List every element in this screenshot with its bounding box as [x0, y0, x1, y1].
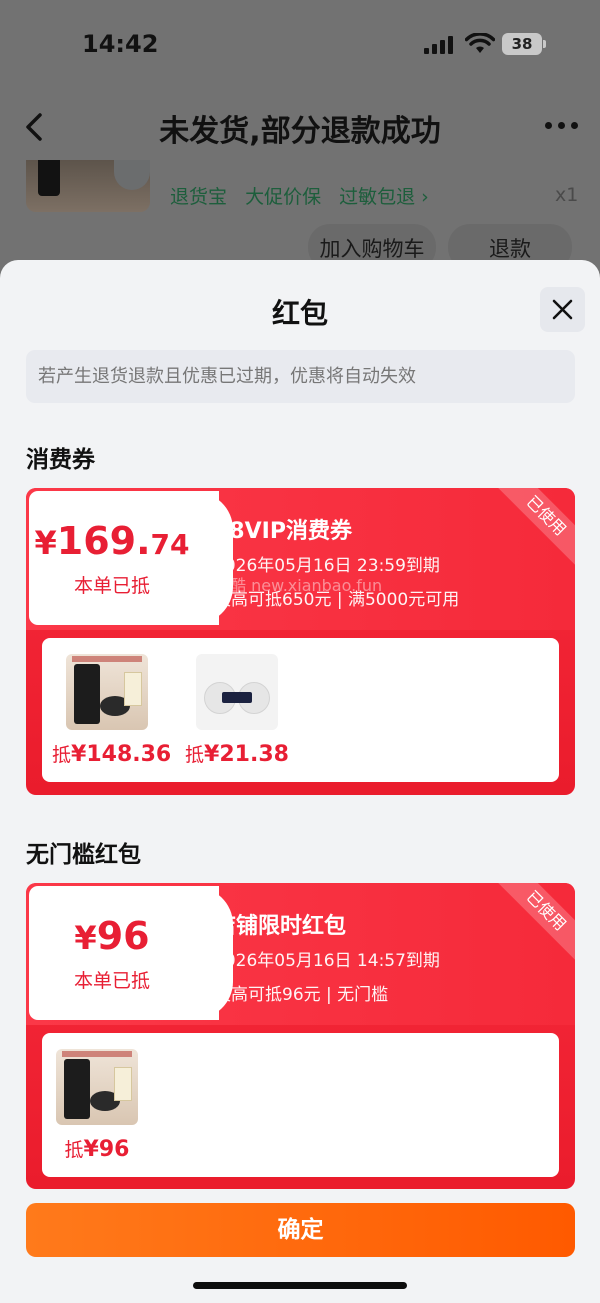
- coupon-value-panel: ¥96 本单已抵: [29, 886, 233, 1020]
- coupon-amount: ¥169.74: [29, 519, 195, 563]
- notice-banner: 若产生退货退款且优惠已过期，优惠将自动失效: [26, 350, 575, 403]
- product-thumbnail[interactable]: [26, 160, 150, 212]
- product-discount: 抵¥148.36: [52, 742, 172, 767]
- wifi-icon: [465, 33, 495, 53]
- close-icon: [552, 299, 573, 320]
- background-page: 14:42 38 未发货,部分退款成功 退货宝 大促价保 过敏包退 › x1 加…: [0, 0, 600, 300]
- section-title-no-threshold: 无门槛红包: [26, 842, 141, 868]
- coupon-card-store-limited[interactable]: 已使用 ¥96 本单已抵 店铺限时红包 2026年05月16日 14:57到期 …: [26, 883, 575, 1189]
- red-packet-sheet: 红包 若产生退货退款且优惠已过期，优惠将自动失效 消费券 已使用 ¥169.74…: [0, 260, 600, 1303]
- powder-puffs-image: [196, 654, 278, 730]
- sheet-title: 红包: [271, 297, 328, 330]
- cellular-signal-icon: [424, 36, 454, 54]
- service-tags: 退货宝 大促价保 过敏包退 ›: [170, 182, 441, 209]
- coupon-expire: 2026年05月16日 14:57到期: [214, 951, 440, 971]
- coupon-rule: 最高可抵650元 | 满5000元可用: [214, 590, 460, 610]
- service-tag: 退货宝: [170, 186, 228, 208]
- product-discount: 抵¥96: [64, 1137, 130, 1162]
- battery-indicator: 38: [502, 33, 542, 55]
- battery-tip: [543, 40, 546, 48]
- cosmetics-gift-set-image: [66, 654, 148, 730]
- coupon-name: 店铺限时红包: [214, 914, 347, 939]
- coupon-products: 抵¥148.36 抵¥21.38: [42, 638, 559, 782]
- coupon-amount: ¥96: [29, 914, 195, 958]
- home-indicator: [193, 1282, 407, 1289]
- service-tag: 大促价保: [245, 186, 322, 208]
- cosmetics-gift-set-image: [56, 1049, 138, 1125]
- confirm-button[interactable]: 确定: [26, 1203, 575, 1257]
- coupon-name: 88VIP消费券: [214, 519, 352, 544]
- product-discount: 抵¥21.38: [185, 742, 289, 767]
- currency-symbol: ¥: [34, 524, 57, 562]
- coupon-rule: 最高可抵96元 | 无门槛: [214, 985, 389, 1005]
- section-title-consumption-coupon: 消费券: [26, 447, 95, 473]
- page-title: 未发货,部分退款成功: [159, 114, 441, 149]
- close-button[interactable]: [540, 287, 585, 332]
- coupon-products: 抵¥96: [42, 1033, 559, 1177]
- status-time: 14:42: [82, 30, 159, 58]
- amount-integer: 169.: [56, 519, 151, 563]
- service-tag[interactable]: 过敏包退 ›: [339, 186, 429, 208]
- amount-decimal: 74: [150, 528, 190, 561]
- amount-integer: 96: [96, 914, 150, 958]
- product-item[interactable]: 抵¥96: [42, 1049, 152, 1162]
- product-item[interactable]: 抵¥21.38: [182, 654, 292, 767]
- coupon-value-panel: ¥169.74 本单已抵: [29, 491, 233, 625]
- product-item[interactable]: 抵¥148.36: [52, 654, 172, 767]
- applied-label: 本单已抵: [73, 575, 150, 597]
- applied-label: 本单已抵: [73, 970, 150, 992]
- more-icon[interactable]: [545, 122, 579, 132]
- coupon-card-88vip[interactable]: 已使用 ¥169.74 本单已抵 88VIP消费券 2026年05月16日 23…: [26, 488, 575, 795]
- currency-symbol: ¥: [74, 919, 97, 957]
- quantity: x1: [555, 184, 579, 206]
